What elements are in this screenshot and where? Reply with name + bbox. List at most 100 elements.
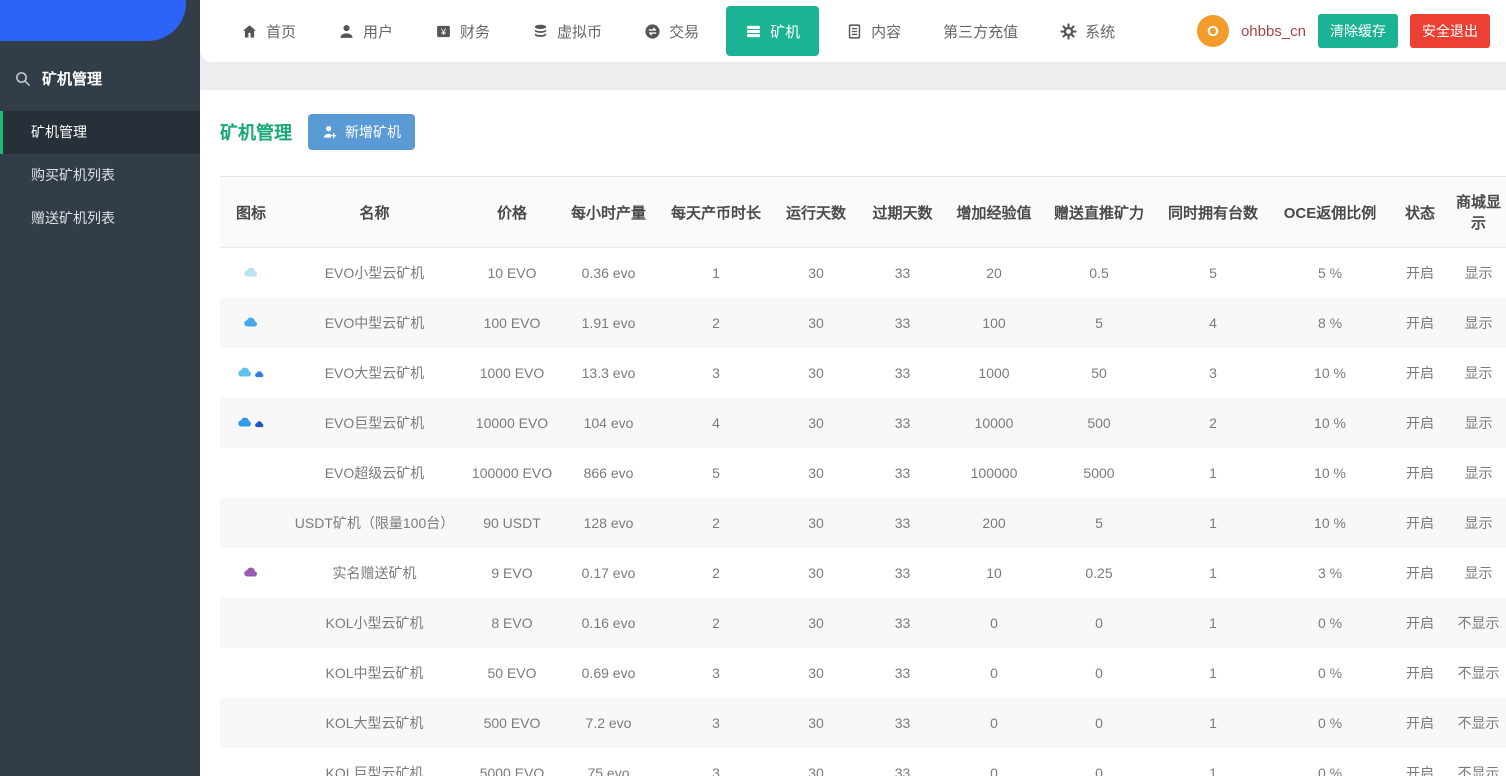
- cell-hourly: 866 evo: [583, 464, 634, 481]
- column-header-2: 价格: [467, 176, 557, 248]
- navbar-menu: 首页 用户 ¥ 财务 虚拟币 交易 矿机 内容 第三方充值 系统: [220, 0, 1136, 62]
- cell-hourly: 1.91 evo: [581, 314, 636, 331]
- nav-item-1[interactable]: 用户: [317, 0, 414, 62]
- cell-max_own: 1: [1209, 464, 1217, 481]
- table-row: EVO中型云矿机 100 EVO 1.91 evo 2 30 33 100 5 4 8 % 开启 显示: [220, 297, 1506, 348]
- cell-icon: [220, 698, 282, 748]
- cell-mall: 不显示: [1457, 664, 1500, 681]
- avatar[interactable]: O: [1196, 15, 1229, 47]
- cell-exp: 1000: [978, 364, 1010, 381]
- cell-expire_days: 33: [894, 564, 911, 581]
- cell-hourly: 0.69 evo: [581, 664, 636, 681]
- sidebar-item-2[interactable]: 赠送矿机列表: [0, 197, 200, 240]
- top-navbar: 首页 用户 ¥ 财务 虚拟币 交易 矿机 内容 第三方充值 系统 O ohbbs_cn 清除缓存 …: [200, 0, 1506, 62]
- cell-run_days: 30: [808, 364, 824, 381]
- cell-name: KOL小型云矿机: [325, 614, 424, 631]
- cell-daily_hours: 2: [712, 514, 720, 531]
- cell-status: 开启: [1406, 414, 1434, 431]
- cell-daily_hours: 1: [712, 264, 720, 281]
- column-header-0: 图标: [220, 176, 282, 248]
- nav-item-7[interactable]: 第三方充值: [922, 0, 1039, 62]
- cell-expire_days: 33: [894, 664, 911, 681]
- cell-icon: [220, 448, 282, 498]
- table-row: KOL小型云矿机 8 EVO 0.16 evo 2 30 33 0 0 1 0 % 开启 不显示: [220, 597, 1506, 648]
- sidebar-item-1[interactable]: 购买矿机列表: [0, 154, 200, 197]
- cell-oce_rate: 8 %: [1317, 314, 1343, 331]
- cell-mall: 显示: [1464, 514, 1493, 531]
- cell-price: 10 EVO: [487, 264, 537, 281]
- cell-expire_days: 33: [894, 614, 911, 631]
- cell-status: 开启: [1406, 514, 1434, 531]
- cell-run_days: 30: [808, 414, 824, 431]
- cell-max_own: 3: [1209, 364, 1217, 381]
- nav-item-6[interactable]: 内容: [825, 0, 922, 62]
- cell-gift_power: 0: [1095, 614, 1103, 631]
- nav-item-2[interactable]: ¥ 财务: [414, 0, 511, 62]
- cell-status: 开启: [1406, 664, 1434, 681]
- cell-exp: 20: [986, 264, 1002, 281]
- cell-exp: 200: [982, 514, 1006, 531]
- column-header-1: 名称: [282, 176, 467, 248]
- cell-icon: [220, 598, 282, 648]
- cell-name: 实名赠送矿机: [332, 564, 417, 581]
- nav-item-label: 首页: [266, 23, 297, 41]
- cell-oce_rate: 10 %: [1314, 364, 1346, 381]
- cell-max_own: 1: [1209, 614, 1217, 631]
- nav-item-4[interactable]: 交易: [623, 0, 720, 62]
- cell-max_own: 1: [1209, 564, 1217, 581]
- nav-item-label: 第三方充值: [943, 23, 1019, 41]
- cell-oce_rate: 0 %: [1317, 664, 1343, 681]
- miner-icon: [745, 23, 762, 40]
- user-plus-icon: [322, 124, 338, 140]
- cell-status: 开启: [1406, 764, 1434, 776]
- main-content: 矿机管理 新增矿机 图标 名称 价格 每小时产量 每天产币时长 运行天数 过期天数 增加经验值…: [200, 90, 1506, 776]
- cell-oce_rate: 3 %: [1317, 564, 1343, 581]
- cell-oce_rate: 5 %: [1317, 264, 1343, 281]
- cell-gift_power: 50: [1091, 364, 1107, 381]
- cell-expire_days: 33: [894, 464, 911, 481]
- cell-exp: 0: [990, 664, 998, 681]
- cell-price: 100 EVO: [483, 314, 541, 331]
- cell-status: 开启: [1406, 564, 1434, 581]
- nav-item-label: 内容: [871, 23, 902, 41]
- cell-mall: 显示: [1464, 564, 1493, 581]
- table-body: EVO小型云矿机 10 EVO 0.36 evo 1 30 33 20 0.5 5 5 % 开启 显示…: [220, 248, 1506, 776]
- cell-icon: [220, 398, 282, 448]
- nav-item-3[interactable]: 虚拟币: [511, 0, 623, 62]
- machine-thumbnail-icon: [237, 367, 265, 378]
- search-icon: [14, 70, 32, 88]
- cell-name: KOL中型云矿机: [325, 664, 424, 681]
- cell-gift_power: 5000: [1083, 464, 1115, 481]
- cell-daily_hours: 4: [712, 414, 720, 431]
- machine-thumbnail-icon: [243, 267, 259, 278]
- sidebar-section-header: 矿机管理: [0, 41, 200, 109]
- cell-run_days: 30: [808, 264, 824, 281]
- cell-icon: [220, 548, 282, 598]
- cell-max_own: 1: [1209, 714, 1217, 731]
- username[interactable]: ohbbs_cn: [1241, 23, 1306, 40]
- cell-hourly: 75 evo: [587, 764, 630, 776]
- cell-hourly: 7.2 evo: [585, 714, 632, 731]
- title-row: 矿机管理 新增矿机: [220, 114, 1506, 150]
- add-miner-button[interactable]: 新增矿机: [308, 114, 415, 150]
- table-row: KOL中型云矿机 50 EVO 0.69 evo 3 30 33 0 0 1 0 % 开启 不显示: [220, 648, 1506, 698]
- nav-item-5[interactable]: 矿机: [726, 6, 820, 56]
- cell-price: 10000 EVO: [475, 414, 549, 431]
- nav-item-0[interactable]: 首页: [220, 0, 317, 62]
- cell-mall: 不显示: [1457, 614, 1500, 631]
- nav-item-label: 交易: [669, 23, 700, 41]
- cell-price: 8 EVO: [491, 614, 533, 631]
- table-row: EVO超级云矿机 100000 EVO 866 evo 5 30 33 100000 5000…: [220, 448, 1506, 498]
- cell-hourly: 104 evo: [583, 414, 634, 431]
- column-header-5: 运行天数: [772, 176, 860, 248]
- cell-status: 开启: [1406, 464, 1434, 481]
- column-header-9: 同时拥有台数: [1155, 176, 1271, 248]
- nav-item-8[interactable]: 系统: [1039, 0, 1136, 62]
- sidebar-section-title: 矿机管理: [42, 71, 103, 88]
- content-icon: [846, 23, 863, 40]
- logout-button[interactable]: 安全退出: [1410, 14, 1490, 48]
- sidebar-item-0[interactable]: 矿机管理: [0, 111, 200, 154]
- clear-cache-button[interactable]: 清除缓存: [1318, 14, 1398, 48]
- cell-run_days: 30: [808, 714, 824, 731]
- cell-daily_hours: 3: [712, 764, 720, 776]
